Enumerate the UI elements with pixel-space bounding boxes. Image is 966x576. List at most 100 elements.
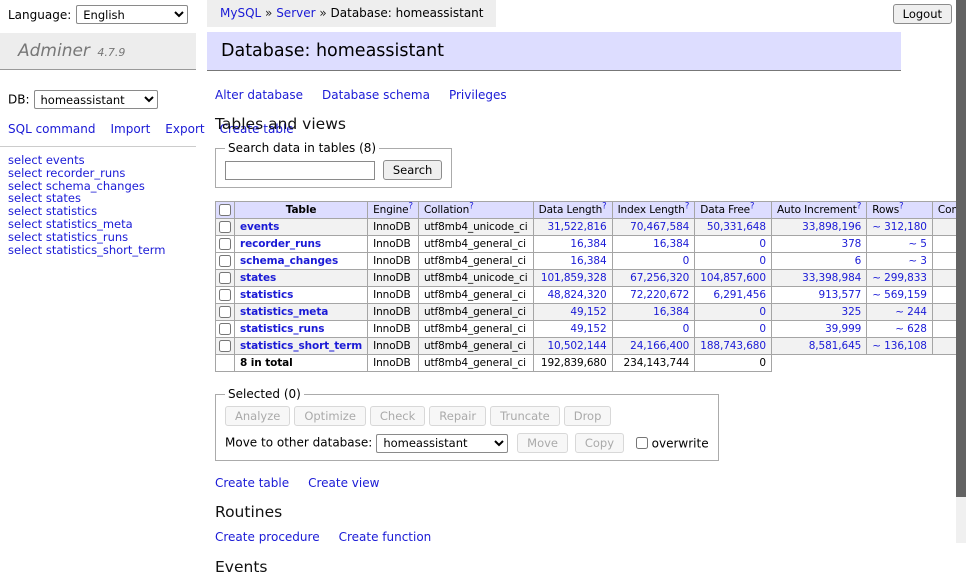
link-create-table[interactable]: Create table [215,476,289,490]
row-check-cell-statistics [216,287,235,304]
search-button[interactable]: Search [383,160,443,180]
row-checkbox-statistics_short_term[interactable] [219,340,231,352]
link-privileges[interactable]: Privileges [449,88,507,102]
link-create-function[interactable]: Create function [339,530,432,544]
row-check-cell-statistics_runs [216,321,235,338]
total-empty-auto-increment [771,355,866,372]
table-link-statistics_short_term[interactable]: statistics_short_term [240,340,362,352]
cell-index-length: 67,256,320 [612,270,695,287]
search-legend: Search data in tables (8) [225,141,379,155]
sidebar-table-links: select eventsselect recorder_runsselect … [8,154,196,256]
table-link-statistics_runs[interactable]: statistics_runs [240,323,324,335]
sidebar: Adminer 4.7.9 DB:homeassistant SQL comma… [0,33,196,256]
sidebar-item-select-statistics-meta[interactable]: select statistics_meta [8,218,196,231]
db-select[interactable]: homeassistant [34,90,158,109]
move-label: Move to other database: [225,436,372,450]
truncate-button[interactable]: Truncate [490,406,560,426]
column-header-index-length: Index Length? [612,202,695,219]
help-link-collation[interactable]: ? [469,202,473,212]
header-row: TableEngine?Collation?Data Length?Index … [216,202,966,219]
sidebar-action-sql-command[interactable]: SQL command [8,122,95,136]
search-input[interactable] [225,161,375,180]
cell-data-free: 6,291,456 [695,287,772,304]
sidebar-item-select-recorder-runs[interactable]: select recorder_runs [8,167,196,180]
sidebar-action-export[interactable]: Export [165,122,204,136]
cell-data-length: 49,152 [533,321,612,338]
cell-collation: utf8mb4_general_ci [418,321,533,338]
version-label: 4.7.9 [97,46,125,59]
help-link-index-length[interactable]: ? [685,202,689,212]
link-create-view[interactable]: Create view [308,476,379,490]
logout-button[interactable]: Logout [893,4,952,24]
link-create-procedure[interactable]: Create procedure [215,530,320,544]
check-button[interactable]: Check [370,406,425,426]
row-check-cell-statistics_meta [216,304,235,321]
cell-engine: InnoDB [368,219,419,236]
repair-button[interactable]: Repair [429,406,486,426]
name-cell-schema_changes: schema_changes [235,253,368,270]
selected-legend: Selected (0) [225,387,304,401]
sidebar-item-select-statistics-short-term[interactable]: select statistics_short_term [8,244,196,257]
table-link-statistics_meta[interactable]: statistics_meta [240,306,328,318]
overwrite-checkbox[interactable] [636,437,648,449]
table-link-events[interactable]: events [240,221,279,233]
scrollbar-thumb[interactable] [956,0,966,497]
link-database-schema[interactable]: Database schema [322,88,430,102]
sidebar-divider [0,146,196,147]
help-link-engine[interactable]: ? [409,202,413,212]
table-link-schema_changes[interactable]: schema_changes [240,255,338,267]
move-button[interactable]: Move [517,433,568,453]
row-checkbox-statistics[interactable] [219,289,231,301]
move-db-select[interactable]: homeassistant [376,434,508,453]
total-data-free: 0 [695,355,772,372]
row-checkbox-schema_changes[interactable] [219,255,231,267]
sidebar-action-import[interactable]: Import [110,122,150,136]
row-checkbox-states[interactable] [219,272,231,284]
row-checkbox-events[interactable] [219,221,231,233]
events-heading: Events [215,558,901,576]
select-all-checkbox[interactable] [219,204,231,216]
cell-engine: InnoDB [368,236,419,253]
breadcrumb-separator: » [261,6,276,20]
scrollbar[interactable] [956,0,966,543]
copy-button[interactable]: Copy [575,433,624,453]
breadcrumb-link-server[interactable]: Server [276,6,315,20]
sidebar-item-select-statistics-runs[interactable]: select statistics_runs [8,231,196,244]
cell-data-length: 49,152 [533,304,612,321]
help-link-auto-increment[interactable]: ? [857,202,861,212]
table-link-recorder_runs[interactable]: recorder_runs [240,238,321,250]
move-row: Move to other database: homeassistant Mov… [225,433,709,453]
sidebar-item-select-events[interactable]: select events [8,154,196,167]
select-all-cell [216,202,235,219]
drop-button[interactable]: Drop [564,406,612,426]
cell-engine: InnoDB [368,304,419,321]
cell-index-length: 0 [612,253,695,270]
total-label-cell: 8 in total [235,355,368,372]
row-checkbox-statistics_runs[interactable] [219,323,231,335]
cell-data-free: 0 [695,236,772,253]
link-alter-database[interactable]: Alter database [215,88,303,102]
row-checkbox-recorder_runs[interactable] [219,238,231,250]
cell-collation: utf8mb4_general_ci [418,338,533,355]
language-select[interactable]: English [76,5,188,24]
help-link-data-free[interactable]: ? [750,202,754,212]
optimize-button[interactable]: Optimize [294,406,366,426]
breadcrumb-link-mysql[interactable]: MySQL [220,6,261,20]
table-row-recorder_runs: recorder_runsInnoDButf8mb4_general_ci16,… [216,236,966,253]
adminer-logo[interactable]: Adminer [18,41,90,61]
cell-engine: InnoDB [368,270,419,287]
analyze-button[interactable]: Analyze [225,406,290,426]
help-link-data-length[interactable]: ? [602,202,606,212]
table-link-states[interactable]: states [240,272,276,284]
column-header-auto-increment: Auto Increment? [771,202,866,219]
page-title: Database: homeassistant [207,32,901,71]
help-link-rows[interactable]: ? [899,202,903,212]
cell-data-length: 31,522,816 [533,219,612,236]
routines-heading: Routines [215,503,901,521]
row-check-cell-states [216,270,235,287]
table-link-statistics[interactable]: statistics [240,289,293,301]
name-cell-statistics: statistics [235,287,368,304]
breadcrumb-separator: » [316,6,331,20]
cell-engine: InnoDB [368,338,419,355]
row-checkbox-statistics_meta[interactable] [219,306,231,318]
